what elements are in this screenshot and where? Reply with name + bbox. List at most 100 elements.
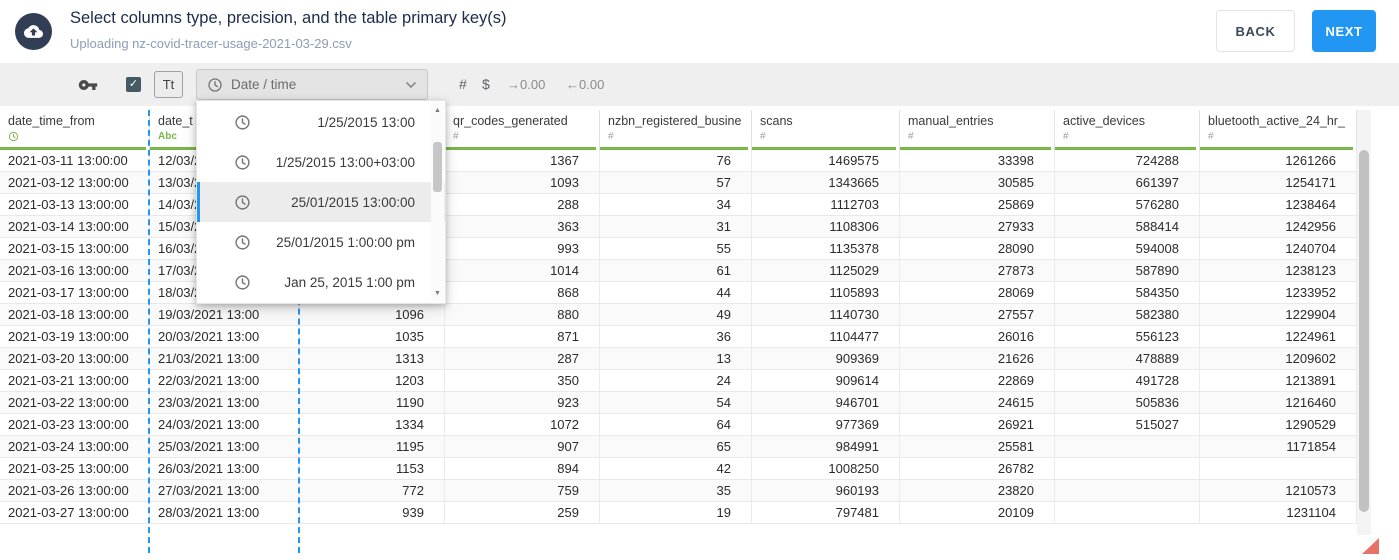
table-cell: 1008250: [752, 458, 900, 480]
table-cell: 724288: [1055, 150, 1200, 172]
table-cell: 57: [600, 172, 752, 194]
table-row: 2021-03-27 13:00:00 28/03/2021 13:00 939 25…: [0, 502, 1357, 524]
type-dropdown-menu: 1/25/2015 13:00 1/25/2015 13:00+03:00 25…: [196, 100, 446, 304]
selected-column-left-edge: [148, 110, 150, 553]
column-name: scans: [760, 114, 793, 128]
table-cell: 2021-03-18 13:00:00: [0, 304, 150, 326]
column-valid-bar: [0, 147, 146, 150]
primary-key-icon[interactable]: [78, 75, 98, 95]
table-cell: 27933: [900, 216, 1055, 238]
table-cell: 977369: [752, 414, 900, 436]
corner-indicator: [1362, 538, 1379, 554]
column-header[interactable]: nzbn_registered_busine #: [600, 110, 752, 150]
column-type-indicator: #: [1063, 131, 1069, 142]
column-type-select[interactable]: Date / time: [196, 69, 428, 100]
clock-icon: [235, 114, 250, 130]
table-cell: 868: [445, 282, 600, 304]
table-cell: 21626: [900, 348, 1055, 370]
table-cell: 20109: [900, 502, 1055, 524]
clock-icon: [235, 194, 250, 210]
table-cell: 587890: [1055, 260, 1200, 282]
table-cell: 1238123: [1200, 260, 1357, 282]
date-format-option[interactable]: Jan 25, 2015 1:00 pm: [197, 262, 445, 302]
table-cell: 25869: [900, 194, 1055, 216]
table-cell: 2021-03-25 13:00:00: [0, 458, 150, 480]
column-header[interactable]: active_devices #: [1055, 110, 1200, 150]
table-cell: 2021-03-13 13:00:00: [0, 194, 150, 216]
table-cell: 1035: [300, 326, 445, 348]
table-cell: 65: [600, 436, 752, 458]
scroll-thumb[interactable]: [1359, 150, 1369, 512]
column-type-indicator: #: [908, 131, 914, 142]
table-cell: 1469575: [752, 150, 900, 172]
table-row: 2021-03-24 13:00:00 25/03/2021 13:00 1195 9…: [0, 436, 1357, 458]
date-format-option[interactable]: 1/25/2015 13:00+03:00: [197, 142, 445, 182]
table-cell: 23820: [900, 480, 1055, 502]
table-cell: 584350: [1055, 282, 1200, 304]
vertical-scrollbar[interactable]: [1357, 110, 1371, 535]
column-type-indicator: #: [453, 131, 459, 142]
table-cell: 1195: [300, 436, 445, 458]
date-format-option[interactable]: 1/25/2015 13:00: [197, 102, 445, 142]
table-cell: 2021-03-20 13:00:00: [0, 348, 150, 370]
table-cell: 1209602: [1200, 348, 1357, 370]
column-header[interactable]: date_time_from: [0, 110, 150, 150]
include-column-checkbox[interactable]: ✓: [126, 77, 141, 92]
date-format-option[interactable]: 25/01/2015 13:00:00: [197, 182, 445, 222]
table-cell: 588414: [1055, 216, 1200, 238]
number-type-button[interactable]: #: [459, 63, 467, 106]
column-header[interactable]: scans #: [752, 110, 900, 150]
table-cell: 1108306: [752, 216, 900, 238]
table-cell: 1171854: [1200, 436, 1357, 458]
table-cell: 2021-03-19 13:00:00: [0, 326, 150, 348]
column-header[interactable]: bluetooth_active_24_hr_ #: [1200, 110, 1357, 150]
table-cell: 363: [445, 216, 600, 238]
decimal-increase-button[interactable]: →0.00: [507, 63, 545, 106]
table-cell: 1014: [445, 260, 600, 282]
table-cell: 36: [600, 326, 752, 348]
scroll-down-icon[interactable]: ▼: [431, 290, 444, 297]
menu-scrollbar[interactable]: ▲ ▼: [431, 102, 444, 302]
table-cell: 22869: [900, 370, 1055, 392]
table-cell: 1216460: [1200, 392, 1357, 414]
column-header[interactable]: qr_codes_generated #: [445, 110, 600, 150]
chevron-down-icon: [405, 81, 417, 89]
table-cell: 55: [600, 238, 752, 260]
table-cell: 515027: [1055, 414, 1200, 436]
clock-icon: [235, 234, 250, 250]
text-type-button[interactable]: Tt: [154, 71, 183, 98]
table-cell: 894: [445, 458, 600, 480]
table-cell: 23/03/2021 13:00: [150, 392, 300, 414]
table-cell: 34: [600, 194, 752, 216]
scroll-up-icon[interactable]: ▲: [431, 107, 444, 114]
table-cell: 1233952: [1200, 282, 1357, 304]
page-title: Select columns type, precision, and the …: [70, 9, 507, 27]
table-cell: 1125029: [752, 260, 900, 282]
next-button[interactable]: NEXT: [1312, 10, 1376, 52]
table-cell: 1254171: [1200, 172, 1357, 194]
currency-type-button[interactable]: $: [482, 63, 490, 106]
table-cell: 871: [445, 326, 600, 348]
table-cell: 478889: [1055, 348, 1200, 370]
table-cell: 61: [600, 260, 752, 282]
decimal-decrease-button[interactable]: ←0.00: [566, 63, 604, 106]
table-cell: 1135378: [752, 238, 900, 260]
table-cell: 44: [600, 282, 752, 304]
table-cell: 42: [600, 458, 752, 480]
column-header[interactable]: manual_entries #: [900, 110, 1055, 150]
table-cell: 1072: [445, 414, 600, 436]
clock-icon: [234, 234, 251, 251]
column-valid-bar: [1200, 147, 1353, 150]
table-cell: 1238464: [1200, 194, 1357, 216]
menu-scroll-thumb[interactable]: [433, 142, 442, 192]
table-cell: 2021-03-16 13:00:00: [0, 260, 150, 282]
csv-import-window: Select columns type, precision, and the …: [0, 0, 1399, 560]
table-cell: 33398: [900, 150, 1055, 172]
date-format-option[interactable]: 25/01/2015 1:00:00 pm: [197, 222, 445, 262]
table-cell: 1224961: [1200, 326, 1357, 348]
date-format-label: 25/01/2015 13:00:00: [291, 194, 415, 210]
cloud-upload-icon: [15, 13, 52, 50]
back-button[interactable]: BACK: [1216, 10, 1295, 52]
table-cell: [1055, 480, 1200, 502]
table-row: 2021-03-25 13:00:00 26/03/2021 13:00 1153 8…: [0, 458, 1357, 480]
